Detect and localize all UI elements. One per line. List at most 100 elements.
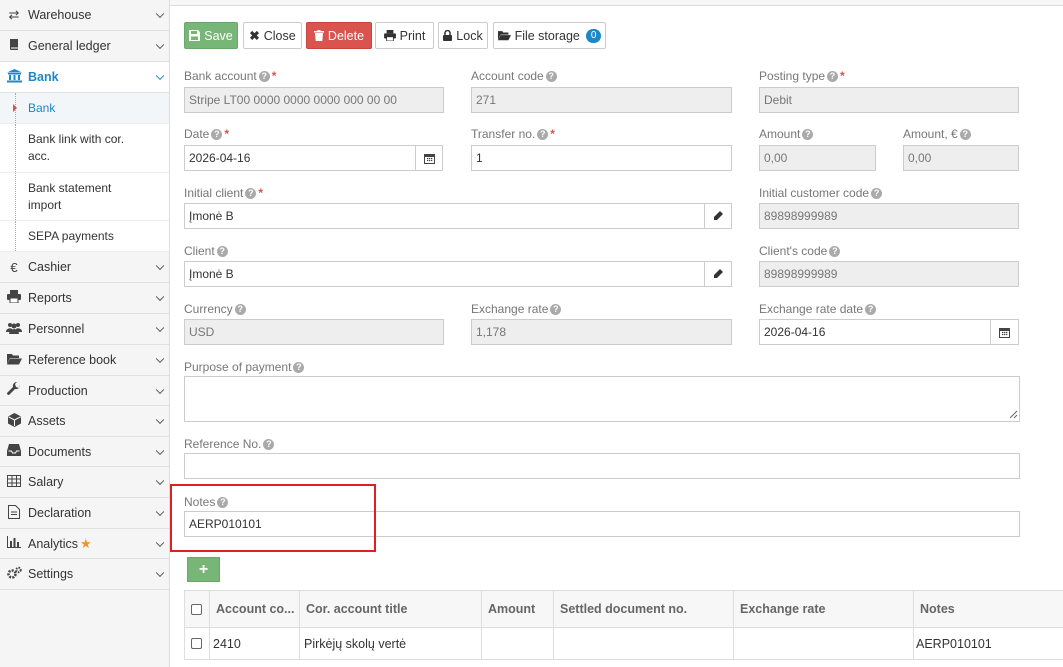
column-header[interactable]: Notes bbox=[914, 590, 1063, 628]
posting-type-field[interactable]: Debit bbox=[759, 87, 1019, 113]
account-code-field[interactable]: 271 bbox=[471, 87, 732, 113]
initial-customer-code-field[interactable]: 89898999989 bbox=[759, 203, 1019, 229]
sidebar-subitem-label: Bank statement import bbox=[28, 180, 112, 212]
bank-account-field[interactable]: Stripe LT00 0000 0000 0000 000 00 00 bbox=[184, 87, 444, 113]
chevron-down-icon bbox=[155, 292, 165, 302]
table-cell[interactable]: AERP010101 bbox=[914, 628, 1063, 660]
chevron-down-icon bbox=[155, 538, 165, 547]
sidebar-subitem-bank[interactable]: Bank bbox=[0, 93, 169, 124]
initial-client-field[interactable]: Įmonė B bbox=[184, 203, 705, 229]
amount-field[interactable]: 0,00 bbox=[759, 145, 876, 171]
select-all-checkbox[interactable] bbox=[184, 590, 210, 628]
help-icon: ? bbox=[537, 129, 549, 140]
transfer-no-field[interactable]: 1 bbox=[471, 145, 732, 171]
sidebar-item-personnel[interactable]: Personnel bbox=[0, 314, 169, 345]
client-code-field[interactable]: 89898999989 bbox=[759, 261, 1019, 287]
table-cell[interactable]: Pirkėjų skolų vertė bbox=[300, 628, 482, 660]
pencil-icon[interactable] bbox=[704, 203, 732, 229]
lock-button[interactable]: Lock bbox=[438, 22, 488, 49]
print-button[interactable]: Print bbox=[375, 22, 434, 49]
exchange-rate-field[interactable]: 1,178 bbox=[471, 319, 732, 345]
add-row-button[interactable]: + bbox=[187, 557, 220, 582]
exchange-rate-date-field[interactable]: 2026-04-16 bbox=[759, 319, 991, 345]
resize-handle-icon[interactable] bbox=[1009, 410, 1018, 419]
current-marker-icon bbox=[13, 104, 17, 112]
folder-open-icon bbox=[5, 353, 23, 368]
calendar-icon[interactable] bbox=[415, 145, 443, 171]
close-button[interactable]: ✖ Close bbox=[243, 22, 302, 49]
people-icon bbox=[5, 322, 23, 337]
sidebar-item-label: Salary bbox=[28, 475, 64, 489]
client-label: Client? bbox=[184, 244, 228, 258]
bank-icon bbox=[5, 68, 23, 86]
folder-open-icon bbox=[497, 31, 511, 41]
reference-no-field[interactable] bbox=[184, 453, 1020, 479]
sidebar-item-cashier[interactable]: € Cashier bbox=[0, 252, 169, 283]
sidebar-item-salary[interactable]: Salary bbox=[0, 467, 169, 498]
star-icon: ★ bbox=[80, 535, 92, 551]
sidebar-item-production[interactable]: Production bbox=[0, 376, 169, 406]
sidebar-item-declaration[interactable]: Declaration bbox=[0, 498, 169, 529]
help-icon: ? bbox=[871, 188, 883, 199]
sidebar-item-reference-book[interactable]: Reference book bbox=[0, 345, 169, 376]
chevron-down-icon bbox=[155, 385, 165, 394]
column-header[interactable]: Account co... bbox=[210, 590, 300, 628]
sidebar-item-label: General ledger bbox=[28, 39, 111, 53]
help-icon: ? bbox=[234, 304, 246, 315]
sidebar-item-label: Cashier bbox=[28, 260, 72, 274]
column-header[interactable]: Settled document no. bbox=[554, 590, 734, 628]
help-icon: ? bbox=[211, 129, 223, 140]
bank-account-label: Bank account? * bbox=[184, 69, 277, 83]
sidebar-item-label: Warehouse bbox=[28, 8, 92, 22]
purpose-textarea[interactable] bbox=[184, 376, 1020, 422]
column-header[interactable]: Amount bbox=[482, 590, 554, 628]
sidebar: ⇄ Warehouse General ledger Bank Bank Ban… bbox=[0, 0, 170, 667]
column-header[interactable]: Cor. account title bbox=[300, 590, 482, 628]
date-label: Date? * bbox=[184, 127, 230, 141]
sidebar-item-general-ledger[interactable]: General ledger bbox=[0, 31, 169, 62]
table-icon bbox=[5, 474, 23, 490]
help-icon: ? bbox=[293, 362, 305, 373]
sidebar-subitem-sepa-payments[interactable]: SEPA payments bbox=[0, 221, 169, 252]
file-storage-button[interactable]: File storage 0 bbox=[493, 22, 606, 49]
date-field[interactable]: 2026-04-16 bbox=[184, 145, 416, 171]
euro-icon: € bbox=[10, 259, 18, 275]
table-cell[interactable]: 2410 bbox=[210, 628, 300, 660]
table-cell[interactable] bbox=[734, 628, 914, 660]
chevron-down-icon bbox=[155, 261, 165, 271]
chevron-down-icon bbox=[155, 40, 165, 50]
table-cell[interactable] bbox=[554, 628, 734, 660]
wrench-icon bbox=[5, 381, 23, 399]
initial-client-label: Initial client? * bbox=[184, 186, 264, 200]
sidebar-item-documents[interactable]: Documents bbox=[0, 437, 169, 467]
help-icon: ? bbox=[263, 439, 275, 450]
help-icon: ? bbox=[827, 71, 839, 82]
row-checkbox[interactable] bbox=[184, 628, 210, 660]
chevron-down-icon bbox=[155, 415, 165, 425]
initial-customer-code-label: Initial customer code? bbox=[759, 186, 883, 200]
table-cell[interactable] bbox=[482, 628, 554, 660]
column-header[interactable]: Exchange rate bbox=[734, 590, 914, 628]
sidebar-item-reports[interactable]: Reports bbox=[0, 283, 169, 314]
print-label: Print bbox=[399, 28, 426, 43]
sidebar-subitem-bank-link[interactable]: Bank link with cor. acc. bbox=[0, 124, 169, 173]
lock-label: Lock bbox=[456, 28, 483, 43]
exchange-rate-date-label: Exchange rate date? bbox=[759, 302, 877, 316]
sidebar-item-analytics[interactable]: Analytics ★ bbox=[0, 529, 169, 559]
calendar-icon[interactable] bbox=[990, 319, 1019, 345]
client-field[interactable]: Įmonė B bbox=[184, 261, 705, 287]
sidebar-item-settings[interactable]: Settings bbox=[0, 559, 169, 590]
sidebar-item-warehouse[interactable]: ⇄ Warehouse bbox=[0, 0, 169, 31]
amount-eur-field[interactable]: 0,00 bbox=[903, 145, 1019, 171]
save-button[interactable]: Save bbox=[184, 22, 238, 49]
currency-field[interactable]: USD bbox=[184, 319, 444, 345]
sidebar-item-label: Declaration bbox=[28, 506, 92, 520]
sidebar-subitem-bank-statement-import[interactable]: Bank statement import bbox=[0, 173, 169, 221]
pencil-icon[interactable] bbox=[704, 261, 732, 287]
delete-button[interactable]: Delete bbox=[306, 22, 372, 49]
file-storage-count-badge: 0 bbox=[585, 28, 602, 43]
currency-label: Currency? bbox=[184, 302, 246, 316]
client-code-label: Client's code? bbox=[759, 244, 841, 258]
sidebar-item-assets[interactable]: Assets bbox=[0, 406, 169, 437]
sidebar-item-bank[interactable]: Bank bbox=[0, 62, 169, 93]
